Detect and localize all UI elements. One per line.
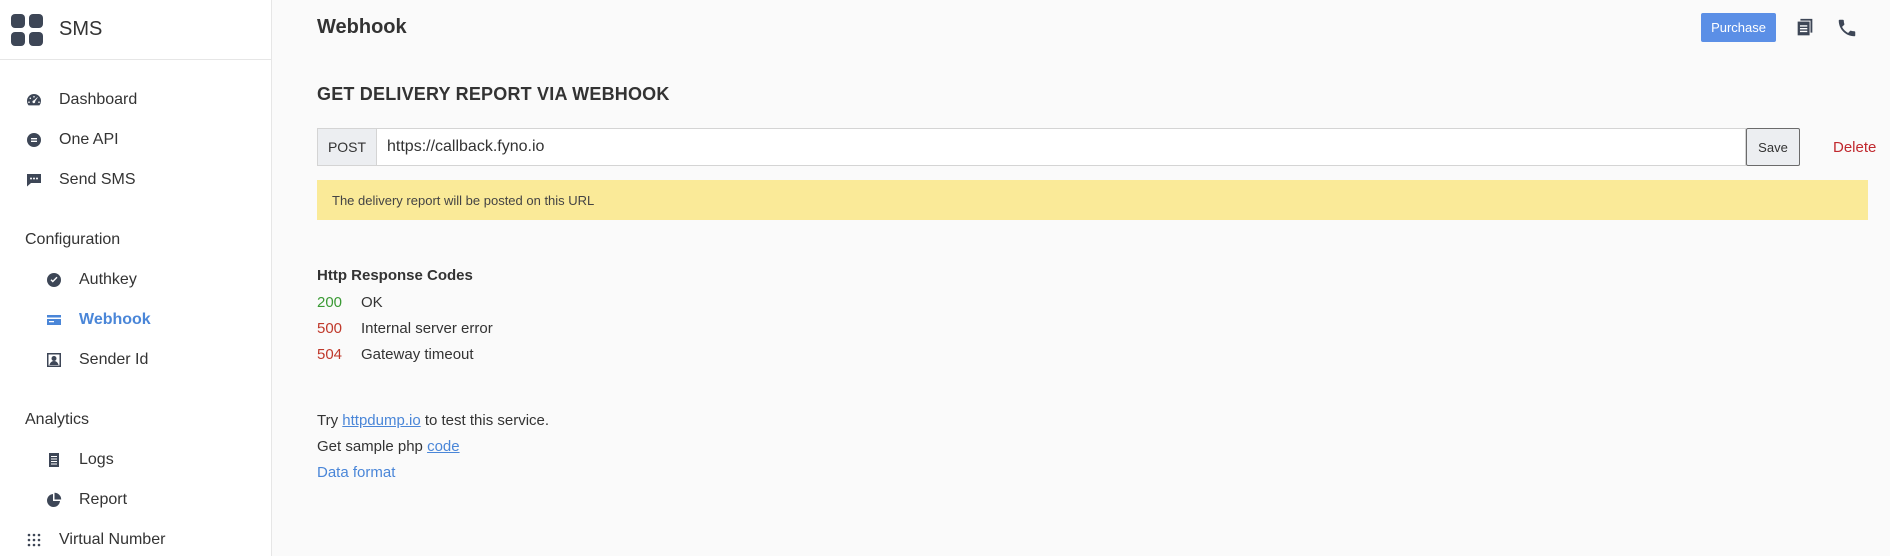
chat-icon [25, 171, 43, 189]
sender-id-icon [45, 351, 63, 369]
sidebar-section-analytics: Analytics [25, 411, 90, 428]
logs-icon [45, 451, 63, 469]
response-codes-title: Http Response Codes [317, 267, 473, 284]
sidebar-item-label: Sender Id [79, 351, 149, 368]
sidebar-item-dashboard[interactable]: Dashboard [0, 80, 271, 120]
data-format-link[interactable]: Data format [317, 464, 395, 481]
sidebar-item-label: Report [79, 491, 128, 508]
sidebar: SMS Dashboard One API Send SMS Configura… [0, 0, 272, 556]
try-prefix: Try [317, 411, 343, 429]
delete-link[interactable]: Delete [1833, 128, 1876, 166]
sidebar-item-label: Webhook [79, 311, 151, 328]
response-code: 504 [317, 345, 343, 363]
response-code: 200 [317, 293, 343, 311]
response-codes-list: 200 OK 500 Internal server error 504 Gat… [317, 289, 493, 367]
sidebar-section-configuration: Configuration [25, 231, 121, 248]
docs-icon[interactable] [1792, 15, 1818, 41]
sidebar-item-logs[interactable]: Logs [0, 440, 271, 480]
sample-code-link[interactable]: code [427, 438, 460, 455]
sidebar-analytics-nav: Logs Report [0, 440, 271, 520]
sidebar-item-sender-id[interactable]: Sender Id [0, 340, 271, 380]
page-title: Webhook [317, 16, 407, 38]
data-format-line: Data format [317, 459, 549, 485]
header-actions: Purchase [1701, 13, 1860, 42]
sample-prefix: Get sample php [317, 437, 428, 455]
sidebar-item-label: One API [59, 131, 119, 148]
sidebar-item-webhook[interactable]: Webhook [0, 300, 271, 340]
try-suffix: to test this service. [420, 411, 550, 429]
sidebar-item-report[interactable]: Report [0, 480, 271, 520]
try-service-line: Try httpdump.io to test this service. [317, 407, 549, 433]
purchase-button[interactable]: Purchase [1701, 13, 1776, 42]
gauge-icon [25, 91, 43, 109]
httpdump-link[interactable]: httpdump.io [342, 412, 420, 429]
response-code-text: Gateway timeout [361, 345, 474, 363]
sidebar-item-send-sms[interactable]: Send SMS [0, 160, 271, 200]
delivery-report-notice: The delivery report will be posted on th… [317, 180, 1868, 220]
phone-icon[interactable] [1834, 15, 1860, 41]
webhook-card-icon [45, 311, 63, 329]
sidebar-main-nav: Dashboard One API Send SMS [0, 80, 271, 200]
brand: SMS [0, 0, 271, 60]
webhook-section-heading: GET DELIVERY REPORT VIA WEBHOOK [317, 84, 670, 104]
brand-title: SMS [59, 18, 103, 40]
app-grid-logo-icon[interactable] [11, 13, 43, 46]
save-button[interactable]: Save [1746, 128, 1800, 166]
http-method-tag: POST [317, 128, 376, 166]
response-code-row: 200 OK [317, 289, 493, 315]
sidebar-configuration-nav: Authkey Webhook Sender Id [0, 260, 271, 380]
help-section: Try httpdump.io to test this service. Ge… [317, 407, 549, 485]
webhook-url-row: POST Save Delete [317, 128, 1876, 166]
response-code-text: OK [361, 293, 383, 311]
sidebar-item-label: Logs [79, 451, 114, 468]
main-content: Webhook Purchase GET DELIVERY REPORT VIA… [273, 0, 1890, 556]
sidebar-item-label: Virtual Number [59, 531, 166, 548]
response-code-text: Internal server error [361, 319, 493, 337]
sidebar-item-one-api[interactable]: One API [0, 120, 271, 160]
sidebar-item-label: Dashboard [59, 91, 138, 108]
sample-code-line: Get sample php code [317, 433, 549, 459]
pie-chart-icon [45, 491, 63, 509]
check-circle-icon [45, 271, 63, 289]
sidebar-item-label: Authkey [79, 271, 137, 288]
sidebar-item-label: Send SMS [59, 171, 136, 188]
response-code-row: 504 Gateway timeout [317, 341, 493, 367]
response-code: 500 [317, 319, 343, 337]
grid-dots-icon [25, 531, 43, 549]
webhook-url-input[interactable] [376, 128, 1746, 166]
response-code-row: 500 Internal server error [317, 315, 493, 341]
api-icon [25, 131, 43, 149]
sidebar-item-virtual-number[interactable]: Virtual Number [0, 520, 271, 556]
sidebar-item-authkey[interactable]: Authkey [0, 260, 271, 300]
